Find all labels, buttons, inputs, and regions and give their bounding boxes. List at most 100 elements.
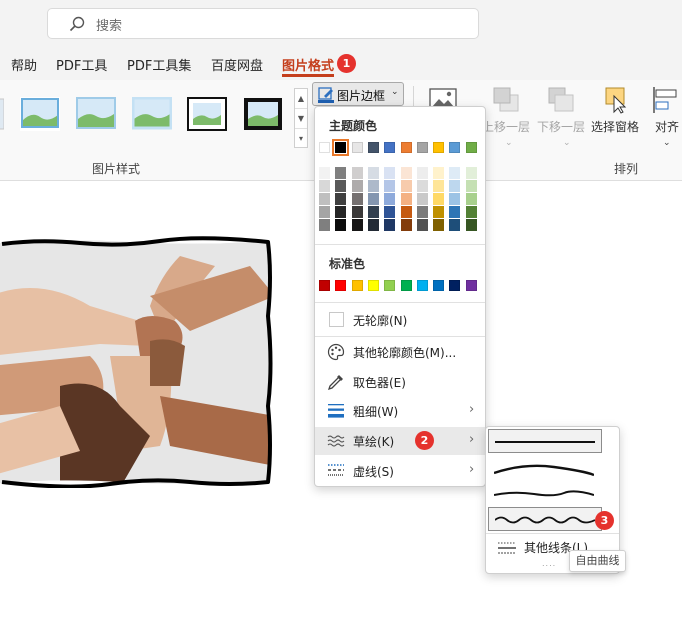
theme-shade-swatch[interactable] xyxy=(335,219,347,231)
theme-shade-swatch[interactable] xyxy=(400,180,412,192)
gallery-scroller[interactable]: ▲ ▼ ▾ xyxy=(294,88,308,148)
bring-forward-button[interactable]: 上移一层 xyxy=(482,86,530,135)
theme-shade-swatch[interactable] xyxy=(416,193,428,205)
picture-style-thumb-1[interactable] xyxy=(20,97,60,131)
theme-color-swatch[interactable] xyxy=(400,142,412,153)
theme-shade-swatch[interactable] xyxy=(319,193,330,205)
theme-shade-swatch[interactable] xyxy=(319,167,330,179)
tab-help[interactable]: 帮助 xyxy=(11,55,37,74)
theme-shade-swatch[interactable] xyxy=(335,206,347,218)
standard-color-swatch[interactable] xyxy=(416,280,428,291)
picture-style-thumb-4[interactable] xyxy=(187,97,227,131)
sketch-option-scribble[interactable] xyxy=(488,483,602,507)
theme-shade-swatch[interactable] xyxy=(433,167,445,179)
theme-shade-swatch[interactable] xyxy=(449,167,461,179)
sketch-option-curved[interactable] xyxy=(488,459,602,483)
theme-shade-swatch[interactable] xyxy=(433,193,445,205)
standard-color-swatch[interactable] xyxy=(433,280,445,291)
theme-shade-swatch[interactable] xyxy=(400,219,412,231)
picture-style-thumb-5[interactable] xyxy=(243,97,283,131)
standard-color-swatch[interactable] xyxy=(335,280,347,291)
picture-style-thumb-0[interactable] xyxy=(0,97,4,131)
theme-shade-swatch[interactable] xyxy=(319,206,330,218)
tab-pdf-tools[interactable]: PDF工具 xyxy=(56,55,107,74)
theme-shade-swatch[interactable] xyxy=(416,206,428,218)
theme-shade-swatch[interactable] xyxy=(449,193,461,205)
theme-shade-swatch[interactable] xyxy=(416,167,428,179)
theme-shade-swatch[interactable] xyxy=(449,180,461,192)
theme-shade-swatch[interactable] xyxy=(465,206,477,218)
weight-item[interactable]: 粗细(W) › xyxy=(315,397,485,425)
gallery-down-icon[interactable]: ▼ xyxy=(295,109,307,129)
send-backward-button[interactable]: 下移一层 xyxy=(537,86,585,135)
eyedropper-item[interactable]: 取色器(E) xyxy=(315,368,485,396)
more-outline-colors-item[interactable]: 其他轮廓颜色(M)... xyxy=(315,338,485,366)
theme-shade-swatch[interactable] xyxy=(335,193,347,205)
standard-color-swatch[interactable] xyxy=(367,280,379,291)
theme-shade-swatch[interactable] xyxy=(351,180,363,192)
theme-color-swatch[interactable] xyxy=(367,142,379,153)
theme-shade-swatch[interactable] xyxy=(465,193,477,205)
theme-shade-swatch[interactable] xyxy=(465,167,477,179)
theme-shade-swatch[interactable] xyxy=(465,180,477,192)
theme-shade-swatch[interactable] xyxy=(351,167,363,179)
theme-shade-swatch[interactable] xyxy=(400,193,412,205)
picture-style-thumb-3[interactable] xyxy=(132,97,172,131)
theme-color-swatch[interactable] xyxy=(332,139,350,156)
theme-color-swatch[interactable] xyxy=(416,142,428,153)
standard-color-swatch[interactable] xyxy=(319,280,330,291)
theme-shade-swatch[interactable] xyxy=(351,206,363,218)
picture-style-thumb-2[interactable] xyxy=(76,97,116,131)
theme-shade-swatch[interactable] xyxy=(351,219,363,231)
theme-shade-swatch[interactable] xyxy=(416,180,428,192)
theme-shade-swatch[interactable] xyxy=(400,206,412,218)
theme-shade-swatch[interactable] xyxy=(367,180,379,192)
sketched-item[interactable]: 草绘(K) 2 › xyxy=(315,427,485,455)
theme-shade-swatch[interactable] xyxy=(384,167,396,179)
sketch-option-freehand[interactable] xyxy=(488,507,602,531)
theme-color-swatch[interactable] xyxy=(351,142,363,153)
theme-color-swatch[interactable] xyxy=(433,142,445,153)
theme-shade-swatch[interactable] xyxy=(449,219,461,231)
theme-shade-swatch[interactable] xyxy=(384,180,396,192)
selected-picture[interactable] xyxy=(0,236,274,488)
search-box[interactable]: 搜索 xyxy=(47,8,479,39)
theme-shade-swatch[interactable] xyxy=(433,206,445,218)
theme-shade-swatch[interactable] xyxy=(367,206,379,218)
standard-color-swatch[interactable] xyxy=(449,280,461,291)
standard-color-swatch[interactable] xyxy=(351,280,363,291)
selection-pane-button[interactable]: 选择窗格 xyxy=(591,86,639,135)
gallery-more-icon[interactable]: ▾ xyxy=(295,129,307,149)
theme-shade-swatch[interactable] xyxy=(449,206,461,218)
theme-shade-swatch[interactable] xyxy=(416,219,428,231)
theme-shade-swatch[interactable] xyxy=(367,193,379,205)
theme-shade-swatch[interactable] xyxy=(367,219,379,231)
theme-shade-swatch[interactable] xyxy=(319,219,330,231)
theme-shade-swatch[interactable] xyxy=(335,180,347,192)
standard-color-swatch[interactable] xyxy=(384,280,396,291)
theme-shade-swatch[interactable] xyxy=(384,193,396,205)
theme-shade-swatch[interactable] xyxy=(384,219,396,231)
sketch-option-straight[interactable] xyxy=(488,429,602,453)
theme-color-swatch[interactable] xyxy=(465,142,477,153)
theme-color-swatch[interactable] xyxy=(319,142,330,153)
theme-color-swatch[interactable] xyxy=(449,142,461,153)
theme-shade-swatch[interactable] xyxy=(319,180,330,192)
theme-shade-swatch[interactable] xyxy=(465,219,477,231)
dashes-item[interactable]: 虚线(S) › xyxy=(315,457,485,485)
tab-pdf-toolset[interactable]: PDF工具集 xyxy=(127,55,191,74)
theme-shade-swatch[interactable] xyxy=(400,167,412,179)
theme-shade-swatch[interactable] xyxy=(351,193,363,205)
standard-color-swatch[interactable] xyxy=(400,280,412,291)
tab-baidu-netdisk[interactable]: 百度网盘 xyxy=(211,55,263,74)
tab-picture-format[interactable]: 图片格式 xyxy=(282,55,334,74)
theme-color-swatch[interactable] xyxy=(384,142,396,153)
theme-shade-swatch[interactable] xyxy=(335,167,347,179)
picture-border-button[interactable]: 图片边框 ⌄ xyxy=(312,82,404,106)
theme-shade-swatch[interactable] xyxy=(433,180,445,192)
theme-shade-swatch[interactable] xyxy=(367,167,379,179)
standard-color-swatch[interactable] xyxy=(465,280,477,291)
gallery-up-icon[interactable]: ▲ xyxy=(295,89,307,109)
resize-grip-icon[interactable]: .... xyxy=(542,559,556,568)
no-outline-item[interactable]: 无轮廓(N) xyxy=(315,306,485,334)
